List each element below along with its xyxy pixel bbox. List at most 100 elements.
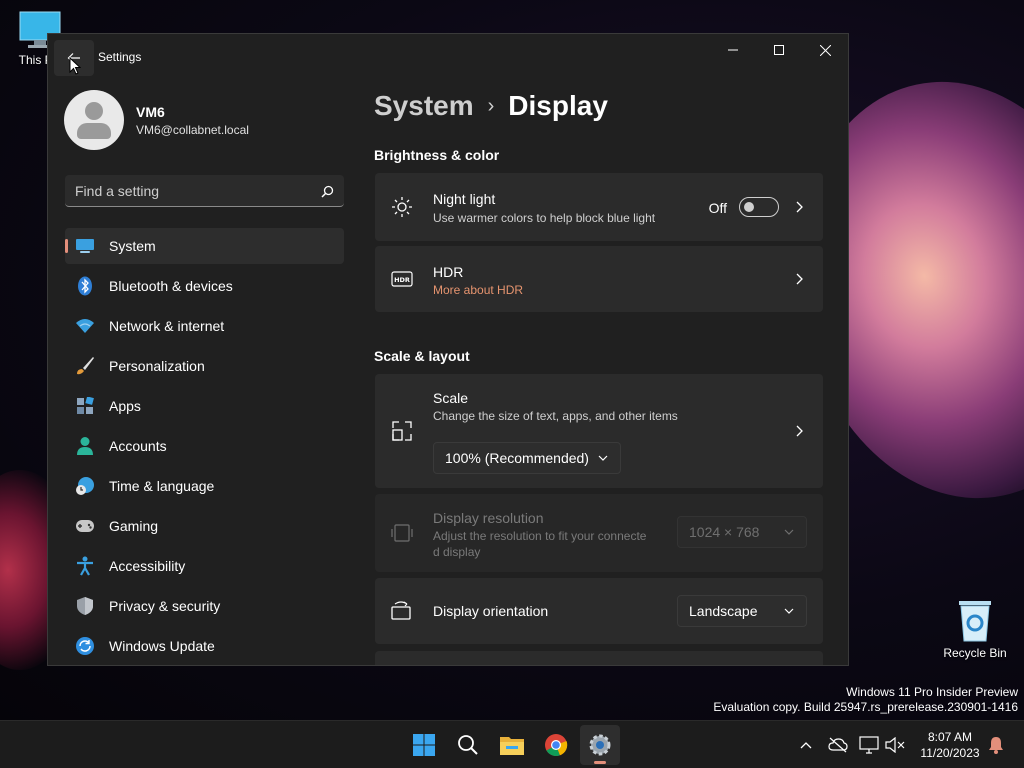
active-app-indicator bbox=[594, 761, 606, 764]
sidebar-item-privacy[interactable]: Privacy & security bbox=[65, 588, 344, 624]
sidebar-item-network[interactable]: Network & internet bbox=[65, 308, 344, 344]
resolution-dropdown: 1024 × 768 bbox=[677, 516, 807, 548]
shield-icon bbox=[75, 596, 95, 616]
section-title-scale-layout: Scale & layout bbox=[374, 348, 470, 364]
taskbar-clock[interactable]: 8:07 AM 11/20/2023 bbox=[912, 729, 988, 761]
brightness-icon bbox=[391, 196, 413, 218]
minimize-button[interactable] bbox=[710, 34, 756, 66]
scale-subtitle: Change the size of text, apps, and other… bbox=[433, 409, 678, 423]
taskbar: 8:07 AM 11/20/2023 bbox=[0, 720, 1024, 768]
watermark-line: Windows 11 Pro Insider Preview bbox=[846, 685, 1018, 699]
cloud-off-icon bbox=[828, 737, 848, 753]
sidebar-item-accounts[interactable]: Accounts bbox=[65, 428, 344, 464]
sidebar-item-label: Apps bbox=[109, 398, 141, 414]
resolution-subtitle-line: d display bbox=[433, 545, 481, 559]
sidebar-item-windows-update[interactable]: Windows Update bbox=[65, 628, 344, 664]
night-light-state: Off bbox=[708, 200, 727, 216]
globe-clock-icon bbox=[75, 476, 95, 496]
volume-muted-icon bbox=[885, 737, 905, 753]
settings-taskbar-button[interactable] bbox=[580, 725, 620, 765]
accessibility-icon bbox=[75, 556, 95, 576]
chrome-button[interactable] bbox=[536, 725, 576, 765]
chevron-right-icon bbox=[796, 201, 803, 213]
settings-window: Settings VM6 VM6@collabnet.local Find a … bbox=[47, 33, 849, 666]
person-icon bbox=[75, 436, 95, 456]
tray-volume-button[interactable] bbox=[885, 735, 905, 755]
breadcrumb: System › Display bbox=[374, 90, 608, 122]
scale-icon bbox=[391, 420, 413, 442]
breadcrumb-parent[interactable]: System bbox=[374, 90, 474, 122]
orientation-dropdown-value: Landscape bbox=[689, 603, 758, 619]
title-bar[interactable]: Settings bbox=[48, 34, 848, 82]
file-explorer-icon bbox=[500, 737, 524, 755]
notifications-button[interactable] bbox=[986, 735, 1006, 755]
profile-email: VM6@collabnet.local bbox=[136, 122, 249, 137]
resolution-subtitle: Adjust the resolution to fit your connec… bbox=[433, 528, 646, 560]
taskbar-search-button[interactable] bbox=[448, 725, 488, 765]
system-icon bbox=[75, 236, 95, 256]
night-light-card[interactable]: Night light Use warmer colors to help bl… bbox=[375, 173, 823, 241]
sidebar-item-time-language[interactable]: Time & language bbox=[65, 468, 344, 504]
recycle-bin-icon bbox=[959, 601, 991, 642]
close-button[interactable] bbox=[802, 34, 848, 66]
bluetooth-icon bbox=[75, 276, 95, 296]
wifi-icon bbox=[75, 316, 95, 336]
search-icon bbox=[321, 183, 334, 202]
sidebar-item-apps[interactable]: Apps bbox=[65, 388, 344, 424]
orientation-dropdown[interactable]: Landscape bbox=[677, 595, 807, 627]
sidebar-nav: System Bluetooth & devices Network & int… bbox=[65, 228, 344, 665]
hdr-icon: HDR bbox=[391, 268, 413, 290]
hdr-card[interactable]: HDR HDR More about HDR bbox=[375, 246, 823, 312]
search-input[interactable] bbox=[65, 175, 315, 206]
sidebar-item-label: Bluetooth & devices bbox=[109, 278, 233, 294]
gamepad-icon bbox=[75, 516, 95, 536]
night-light-toggle[interactable] bbox=[739, 197, 779, 217]
scale-dropdown[interactable]: 100% (Recommended) bbox=[433, 442, 621, 474]
hdr-title: HDR bbox=[433, 264, 464, 280]
chevron-up-icon bbox=[800, 742, 812, 749]
clock-time: 8:07 AM bbox=[927, 730, 973, 744]
sidebar-item-personalization[interactable]: Personalization bbox=[65, 348, 344, 384]
user-profile[interactable]: VM6 VM6@collabnet.local bbox=[64, 90, 249, 150]
chevron-down-icon bbox=[784, 608, 794, 614]
build-watermark: Windows 11 Pro Insider Preview Evaluatio… bbox=[713, 685, 1018, 715]
orientation-card[interactable]: Display orientation Landscape bbox=[375, 578, 823, 644]
apps-icon bbox=[75, 396, 95, 416]
chevron-down-icon bbox=[598, 455, 608, 461]
maximize-button[interactable] bbox=[756, 34, 802, 66]
file-explorer-button[interactable] bbox=[492, 725, 532, 765]
hdr-link[interactable]: More about HDR bbox=[433, 282, 523, 298]
minimize-icon bbox=[728, 49, 738, 51]
sidebar-item-bluetooth[interactable]: Bluetooth & devices bbox=[65, 268, 344, 304]
resolution-title: Display resolution bbox=[433, 510, 544, 526]
sidebar-item-label: Personalization bbox=[109, 358, 205, 374]
breadcrumb-separator: › bbox=[487, 94, 495, 117]
search-box[interactable] bbox=[65, 175, 344, 207]
night-light-title: Night light bbox=[433, 191, 496, 207]
desktop-icon-recycle-bin[interactable]: Recycle Bin bbox=[935, 597, 1015, 660]
sidebar-item-accessibility[interactable]: Accessibility bbox=[65, 548, 344, 584]
start-icon bbox=[413, 734, 435, 756]
orientation-title: Display orientation bbox=[433, 603, 549, 619]
page-title: Display bbox=[508, 90, 608, 121]
sidebar-item-label: Windows Update bbox=[109, 638, 215, 654]
bell-icon bbox=[989, 737, 1003, 754]
brush-icon bbox=[75, 356, 95, 376]
sidebar-item-label: System bbox=[109, 238, 156, 254]
sidebar-item-label: Privacy & security bbox=[109, 598, 221, 614]
sidebar-item-system[interactable]: System bbox=[65, 228, 344, 264]
scale-title: Scale bbox=[433, 390, 469, 406]
show-hidden-icons-button[interactable] bbox=[796, 735, 816, 755]
sidebar-item-gaming[interactable]: Gaming bbox=[65, 508, 344, 544]
scale-card[interactable]: Scale Change the size of text, apps, and… bbox=[375, 374, 823, 488]
toggle-knob bbox=[744, 202, 754, 212]
start-button[interactable] bbox=[404, 725, 444, 765]
scale-dropdown-value: 100% (Recommended) bbox=[445, 450, 589, 466]
orientation-icon bbox=[391, 600, 413, 622]
close-icon bbox=[819, 44, 831, 56]
tray-display-button[interactable] bbox=[859, 735, 879, 755]
chevron-right-icon bbox=[796, 425, 803, 437]
settings-icon bbox=[589, 734, 611, 756]
resolution-dropdown-value: 1024 × 768 bbox=[689, 524, 760, 540]
tray-network-button[interactable] bbox=[828, 735, 848, 755]
